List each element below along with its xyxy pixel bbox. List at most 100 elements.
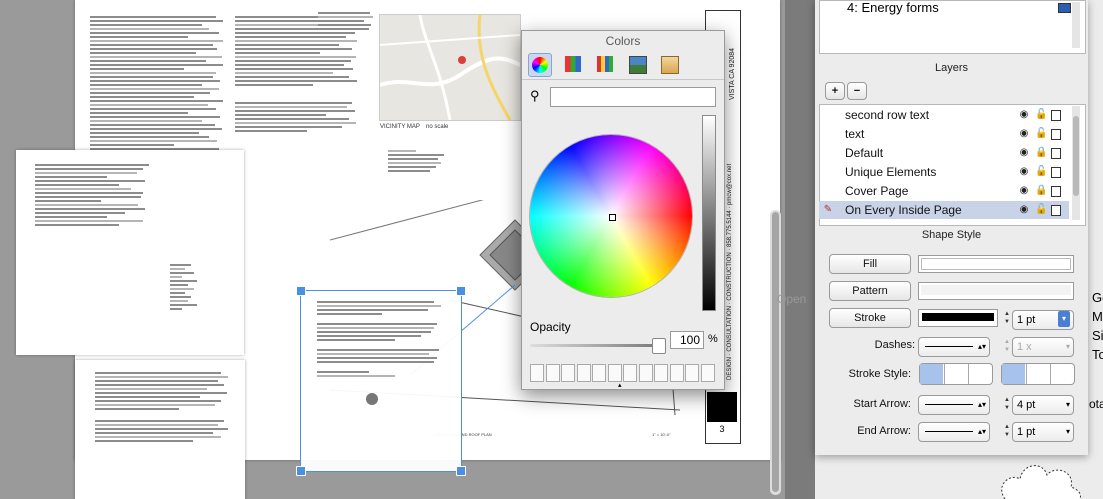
eye-icon[interactable]: ◉ — [1019, 186, 1029, 196]
eyedropper-icon[interactable]: ⚲ — [530, 89, 544, 103]
color-wheel-cursor[interactable] — [609, 214, 616, 221]
color-swatch[interactable] — [685, 364, 699, 382]
color-wheel-tab-icon[interactable] — [528, 53, 552, 77]
canvas-scrollbar[interactable] — [770, 210, 781, 495]
color-swatch[interactable] — [576, 364, 591, 382]
pattern-button[interactable]: Pattern — [829, 281, 911, 301]
vicinity-map — [379, 14, 521, 121]
butt-join-icon[interactable] — [920, 364, 943, 384]
legend-block — [388, 148, 458, 174]
stroke-width-popup[interactable]: 1 pt ▾ — [1012, 310, 1074, 330]
stroke-join-segment[interactable] — [1001, 363, 1075, 385]
color-swatch[interactable] — [669, 364, 684, 382]
eye-icon[interactable]: ◉ — [1019, 110, 1029, 120]
layer-row[interactable]: Unique Elements ◉ 🔓 — [819, 163, 1069, 181]
color-wheel[interactable] — [530, 135, 692, 297]
layer-row[interactable]: ✎ On Every Inside Page ◉ 🔓 — [819, 201, 1069, 219]
dash-multiplier-popup: 1 x ▾ — [1012, 337, 1074, 357]
eye-icon[interactable]: ◉ — [1019, 129, 1029, 139]
brightness-slider[interactable] — [702, 115, 716, 311]
selected-text-box[interactable] — [296, 286, 466, 476]
add-layer-button[interactable]: + — [825, 82, 845, 100]
right-edge-fragment-1: Ge — [1092, 290, 1103, 305]
color-palettes-tab-icon[interactable] — [594, 53, 616, 75]
round-cap-icon[interactable] — [1026, 364, 1050, 384]
print-page-icon[interactable] — [1051, 205, 1061, 216]
shape-style-title: Shape Style — [921, 229, 982, 241]
opacity-slider-thumb[interactable] — [652, 338, 666, 354]
dashes-popup[interactable]: ▴▾ — [918, 337, 990, 357]
unlock-icon[interactable]: 🔓 — [1035, 129, 1047, 139]
title-block-city: VISTA CA 92084 — [729, 47, 736, 100]
color-swatch[interactable] — [592, 364, 606, 382]
color-swatch[interactable] — [530, 364, 544, 382]
print-page-icon[interactable] — [1051, 110, 1061, 121]
layer-row[interactable]: Default ◉ 🔒 — [819, 144, 1069, 162]
butt-cap-icon[interactable] — [1002, 364, 1025, 384]
map-roads-graphic — [380, 15, 520, 120]
stroke-color-well[interactable] — [918, 309, 998, 327]
layer-name: Default — [845, 146, 884, 160]
swatch-drawer-handle[interactable]: ▴ — [618, 381, 622, 389]
end-arrow-width-popup[interactable]: 1 pt ▾ — [1012, 422, 1074, 442]
start-arrow-width-popup[interactable]: 4 pt ▾ — [1012, 395, 1074, 415]
color-sliders-tab-icon[interactable] — [562, 53, 584, 75]
layers-scrollbar[interactable] — [1072, 106, 1080, 220]
lock-icon[interactable]: 🔒 — [1035, 148, 1047, 158]
resize-handle-top-right[interactable] — [456, 286, 466, 296]
print-page-icon[interactable] — [1051, 186, 1061, 197]
unlock-icon[interactable]: 🔓 — [1035, 110, 1047, 120]
crayons-tab-icon[interactable] — [658, 53, 680, 75]
color-swatch[interactable] — [700, 364, 715, 382]
resize-handle-bottom-left[interactable] — [296, 466, 306, 476]
lower-notes-text — [95, 370, 235, 444]
print-page-icon[interactable] — [1051, 148, 1061, 159]
round-join-icon[interactable] — [944, 364, 968, 384]
eye-icon[interactable]: ◉ — [1019, 205, 1029, 215]
color-swatch[interactable] — [654, 364, 668, 382]
notes-text-block — [90, 14, 230, 160]
monitor-icon — [1058, 3, 1071, 13]
canvas-scrollbar-thumb[interactable] — [772, 212, 779, 492]
resize-handle-top-left[interactable] — [296, 286, 306, 296]
color-swatch[interactable] — [638, 364, 653, 382]
layer-row[interactable]: text ◉ 🔓 — [819, 125, 1069, 143]
lock-icon[interactable]: 🔒 — [1035, 186, 1047, 196]
color-swatch[interactable] — [561, 364, 575, 382]
end-arrow-popup[interactable]: ▴▾ — [918, 422, 990, 442]
color-swatch[interactable] — [607, 364, 622, 382]
layer-row[interactable]: Cover Page ◉ 🔒 — [819, 182, 1069, 200]
top-scrollbar[interactable] — [1072, 2, 1080, 48]
colors-panel: Colors ⚲ Opacity 100 % ▴ — [521, 30, 725, 390]
layer-row[interactable]: second row text ◉ 🔓 — [819, 106, 1069, 124]
colors-panel-title: Colors — [605, 34, 641, 48]
layer-name: Cover Page — [845, 184, 909, 198]
eye-icon[interactable]: ◉ — [1019, 167, 1029, 177]
color-preview-swatch[interactable] — [550, 87, 716, 107]
opacity-slider[interactable] — [530, 338, 666, 354]
fill-button[interactable]: Fill — [829, 254, 911, 274]
color-swatch[interactable] — [623, 364, 637, 382]
layer-name: Unique Elements — [845, 165, 937, 179]
stroke-button[interactable]: Stroke — [829, 308, 911, 328]
stroke-cap-segment[interactable] — [919, 363, 993, 385]
notes-text-block-3 — [318, 10, 376, 32]
pattern-well[interactable] — [918, 282, 1074, 300]
open-button[interactable]: Open — [777, 292, 806, 306]
square-cap-icon[interactable] — [1050, 364, 1074, 384]
eye-icon[interactable]: ◉ — [1019, 148, 1029, 158]
print-page-icon[interactable] — [1051, 167, 1061, 178]
stroke-style-label: Stroke Style: — [848, 368, 911, 380]
image-palettes-tab-icon[interactable] — [626, 53, 648, 75]
start-arrow-popup[interactable]: ▴▾ — [918, 395, 990, 415]
canvas-list-item[interactable]: 4: Energy forms — [847, 0, 939, 15]
opacity-value-field[interactable]: 100 — [670, 331, 704, 349]
unlock-icon[interactable]: 🔓 — [1035, 205, 1047, 215]
unlock-icon[interactable]: 🔓 — [1035, 167, 1047, 177]
color-swatch[interactable] — [545, 364, 560, 382]
remove-layer-button[interactable]: − — [847, 82, 867, 100]
bevel-join-icon[interactable] — [968, 364, 992, 384]
resize-handle-bottom-right[interactable] — [456, 466, 466, 476]
print-page-icon[interactable] — [1051, 129, 1061, 140]
fill-color-well[interactable] — [918, 255, 1074, 273]
